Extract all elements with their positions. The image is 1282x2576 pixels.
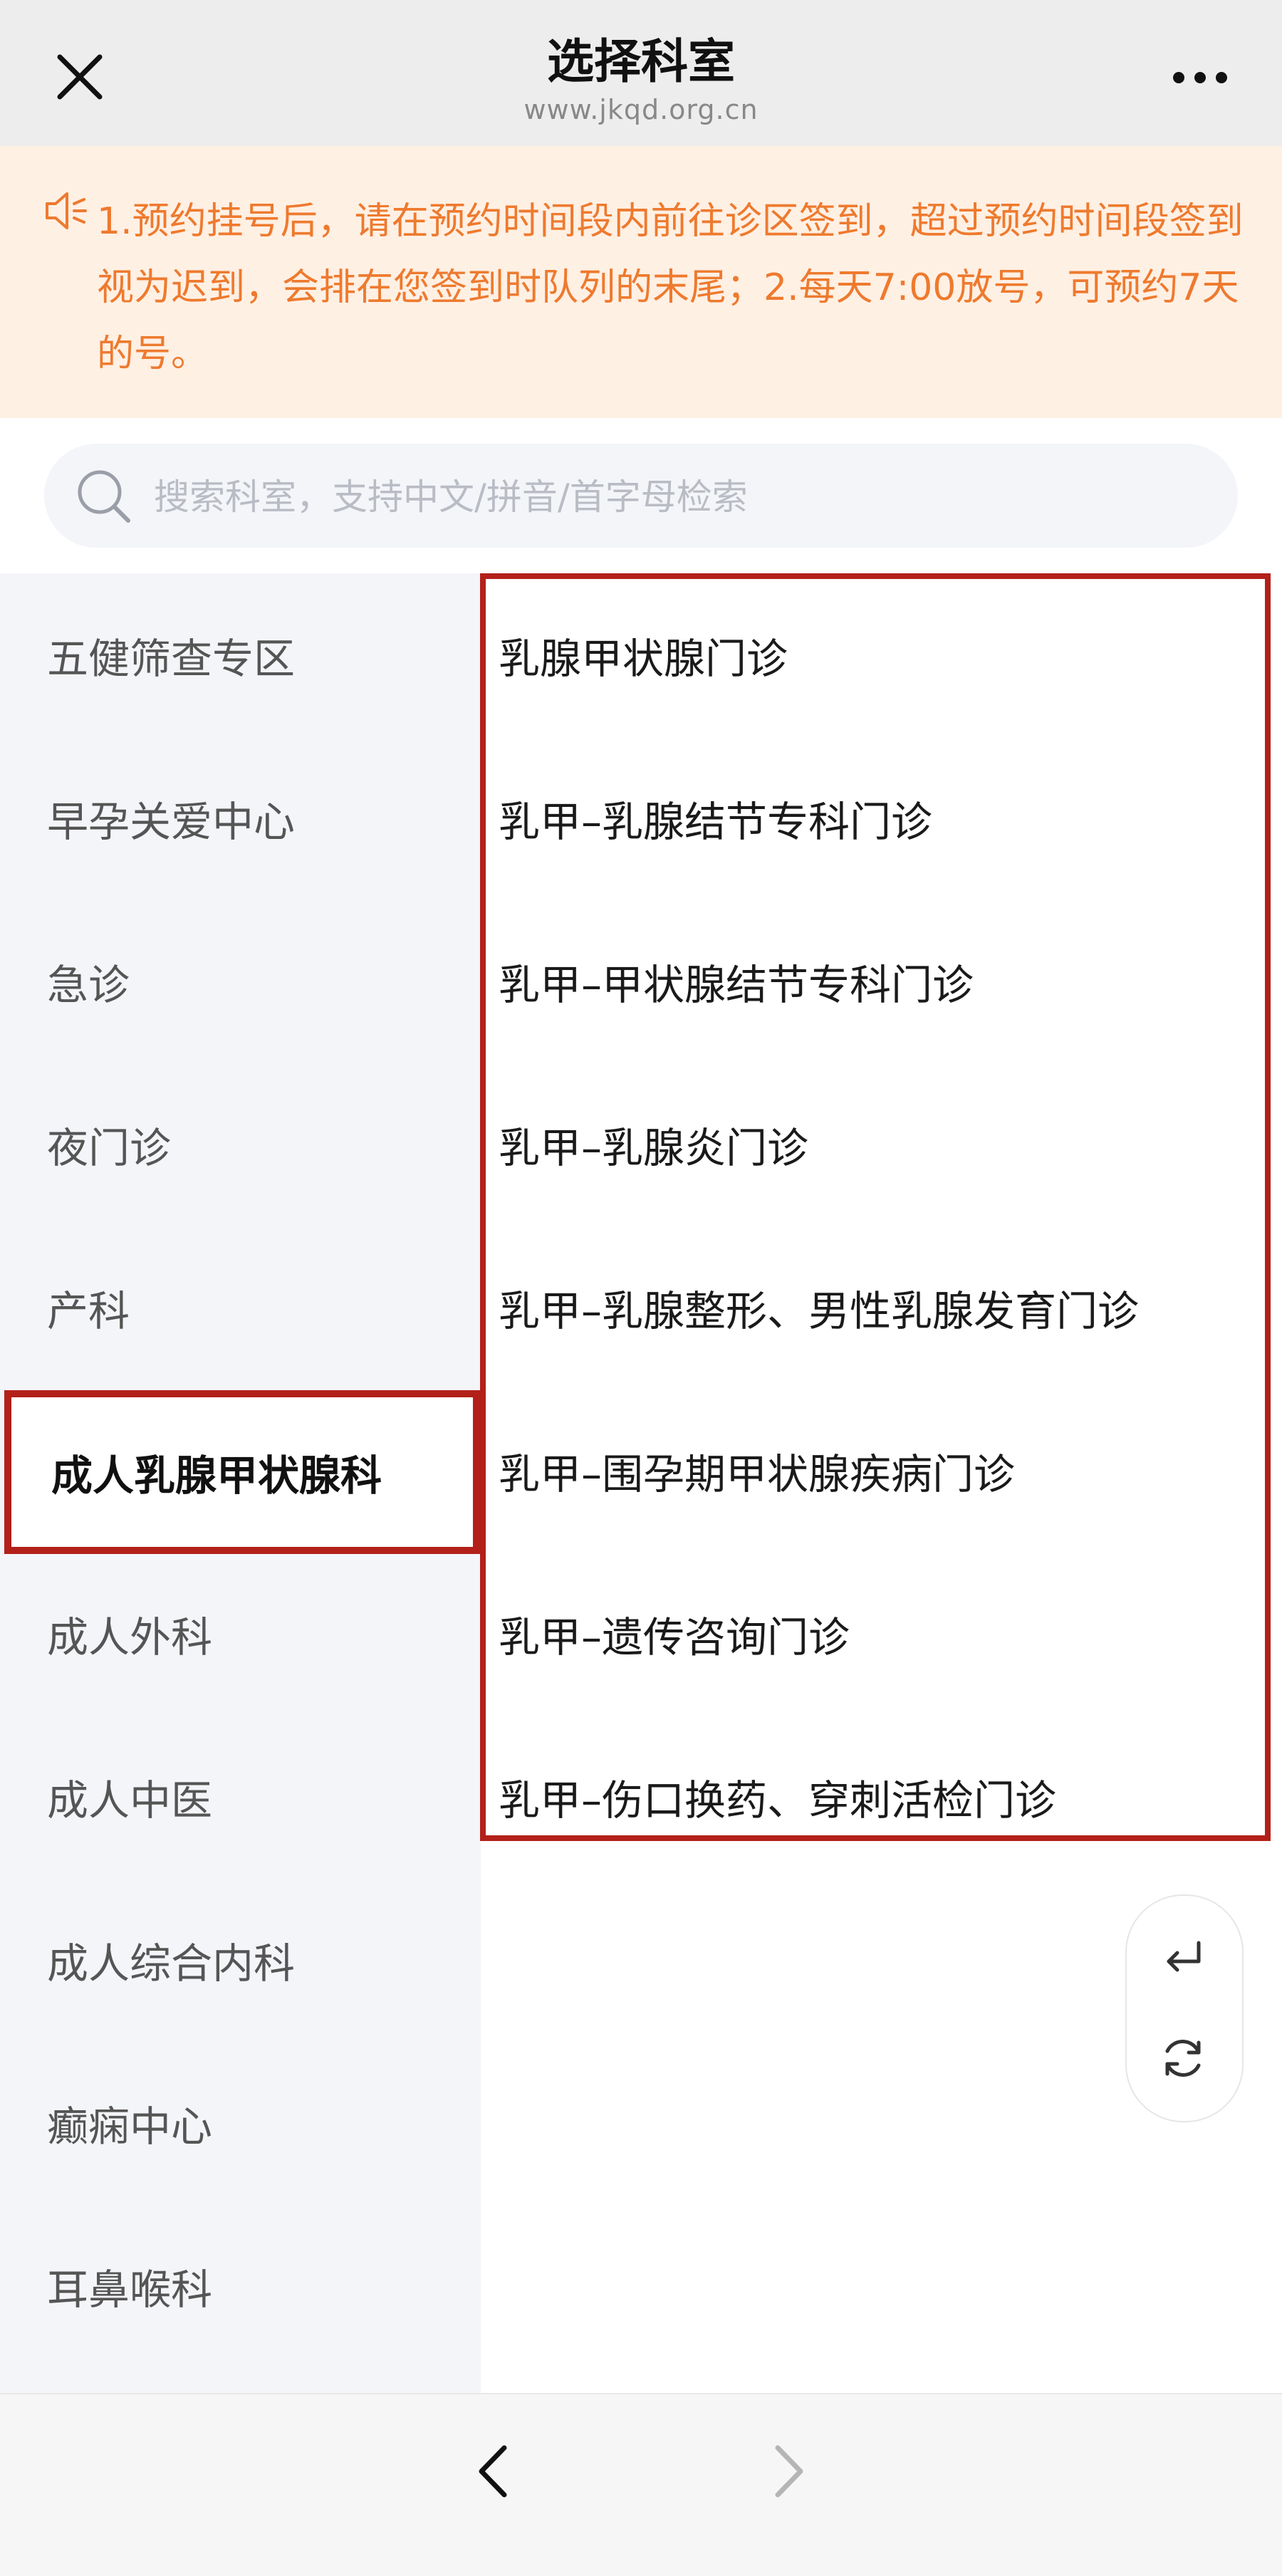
floating-actions: [1125, 1894, 1244, 2122]
chevron-left-icon: [479, 2445, 507, 2498]
more-dots-icon: [1173, 72, 1227, 83]
category-item[interactable]: 急诊: [0, 899, 481, 1063]
department-item[interactable]: 乳甲–遗传咨询门诊: [499, 1552, 1239, 1715]
refresh-icon: [1165, 2040, 1201, 2077]
back-button[interactable]: [456, 2432, 534, 2510]
page-url: www.jkqd.org.cn: [523, 94, 759, 125]
category-item[interactable]: 产科: [0, 1226, 481, 1389]
page-title: 选择科室: [547, 34, 735, 89]
title-bar: 选择科室 www.jkqd.org.cn: [0, 0, 1282, 146]
department-item[interactable]: 乳甲–乳腺整形、男性乳腺发育门诊: [499, 1226, 1239, 1389]
search-input[interactable]: [152, 466, 1209, 528]
department-item[interactable]: 乳甲–乳腺炎门诊: [499, 1063, 1239, 1226]
department-item[interactable]: 乳甲–伤口换药、穿刺活检门诊: [499, 1715, 1239, 1878]
category-item-selected[interactable]: 成人乳腺甲状腺科: [4, 1390, 480, 1554]
category-item[interactable]: 早孕关爱中心: [0, 736, 481, 899]
refresh-button[interactable]: [1155, 2030, 1211, 2087]
title-block: 选择科室 www.jkqd.org.cn: [0, 30, 1282, 125]
return-icon: [1167, 1941, 1201, 1972]
department-item[interactable]: 乳甲–围孕期甲状腺疾病门诊: [499, 1389, 1239, 1552]
category-item[interactable]: 五健筛查专区: [0, 573, 481, 736]
department-item[interactable]: 乳甲–乳腺结节专科门诊: [499, 736, 1239, 899]
category-item[interactable]: 耳鼻喉科: [0, 2204, 481, 2367]
chevron-right-icon: [775, 2445, 803, 2498]
speaker-icon: [44, 191, 88, 231]
category-item[interactable]: 夜门诊: [0, 1063, 481, 1226]
more-button[interactable]: [1161, 53, 1239, 103]
department-item[interactable]: 乳腺甲状腺门诊: [499, 573, 1239, 736]
department-item[interactable]: 乳甲–甲状腺结节专科门诊: [499, 899, 1239, 1063]
category-item[interactable]: 成人综合内科: [0, 1878, 481, 2041]
notice-text: 1.预约挂号后，请在预约时间段内前往诊区签到，超过预约时间段签到视为迟到，会排在…: [97, 200, 1244, 375]
bottom-nav-bar: [0, 2393, 1282, 2576]
category-item[interactable]: 癫痫中心: [0, 2041, 481, 2204]
search-icon: [74, 466, 134, 526]
category-item[interactable]: 成人外科: [0, 1552, 481, 1715]
category-item[interactable]: 成人中医: [0, 1715, 481, 1878]
forward-button[interactable]: [748, 2432, 826, 2510]
return-button[interactable]: [1155, 1930, 1211, 1987]
